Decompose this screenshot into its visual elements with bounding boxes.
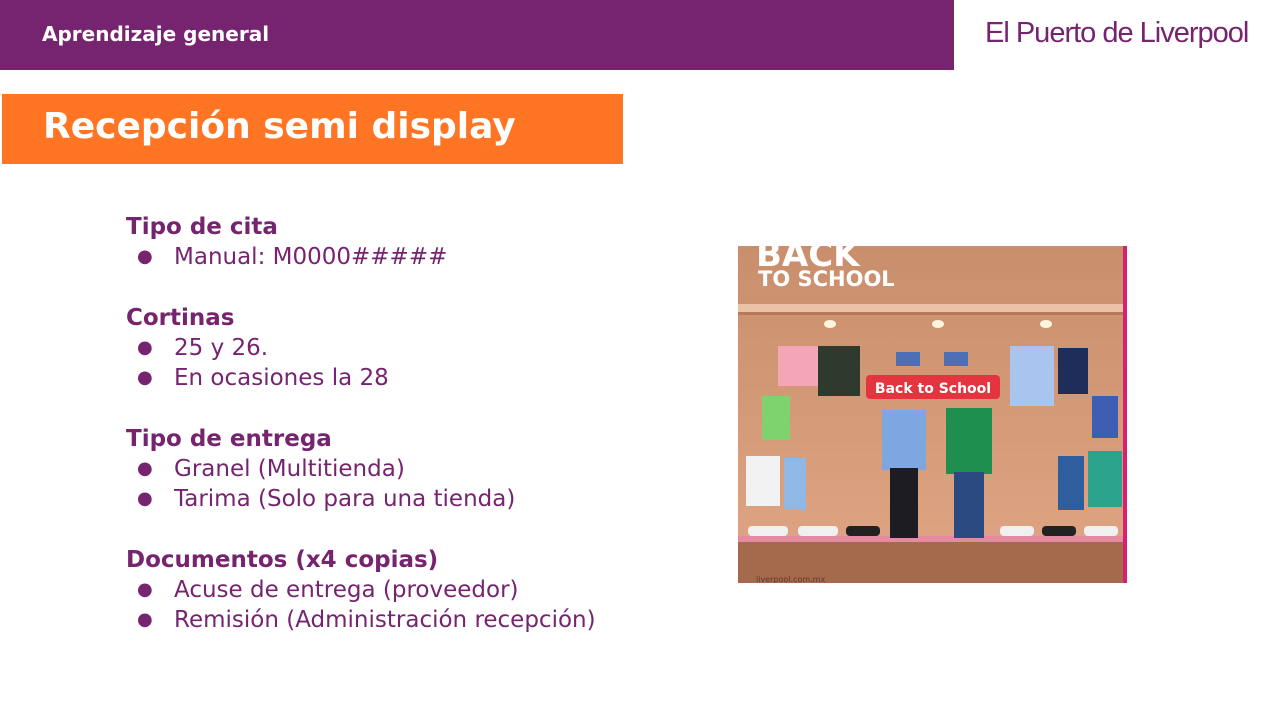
bullet-dot-icon: ● [137,488,153,509]
bullet-item: ● Remisión (Administración recepción) [126,605,596,636]
brand-logo: El Puerto de Liverpool [985,17,1249,49]
bullet-dot-icon: ● [137,457,153,479]
photo-floor-trim [738,536,1127,542]
bullet-dot-icon: ● [137,578,153,600]
photo-shelf-top [738,304,1127,312]
bullet-item: ● Acuse de entrega (proveedor) [126,575,596,606]
photo-headline-2: TO SCHOOL [758,267,895,291]
bullet-list: ● Granel (Multitienda) ● Tarima (Solo para… [126,454,596,515]
photo-edge [1123,246,1127,583]
bullet-item: ● Manual: M0000##### [126,242,596,273]
section-title: Documentos (x4 copias) [126,546,439,573]
bullet-list: ● Manual: M0000##### [126,242,596,273]
section-tipo-entrega: Tipo de entrega ● Granel (Multitienda) ● T… [126,424,596,515]
bullet-dot-icon: ● [137,609,153,630]
bullet-item: ● 25 y 26. [126,333,596,364]
back-to-school-photo: BACK TO SCHOOL Back to School liverpool.… [738,246,1127,583]
section-title: Tipo de entrega [126,425,332,452]
header-title: Aprendizaje general [42,22,270,46]
photo-sign-text: Back to School [875,381,991,397]
bullet-list: ● 25 y 26. ● En ocasiones la 28 [126,333,596,394]
bullet-dot-icon: ● [137,246,153,267]
bullet-dot-icon: ● [137,367,153,388]
content-list: Tipo de cita ● Manual: M0000##### Cortina… [126,212,596,666]
section-title: Cortinas [126,304,235,331]
bullet-list: ● Acuse de entrega (proveedor) ● Remisión … [126,575,596,636]
section-title: Tipo de cita [126,214,278,240]
bullet-item: ● En ocasiones la 28 [126,363,596,394]
section-documentos: Documentos (x4 copias) ● Acuse de entrega… [126,545,596,636]
section-cortinas: Cortinas ● 25 y 26. ● En ocasiones la 28 [126,303,596,394]
bullet-item: ● Tarima (Solo para una tienda) [126,484,596,515]
section-tipo-cita: Tipo de cita ● Manual: M0000##### [126,212,596,273]
photo-shelf-shadow [738,312,1127,315]
bullet-item: ● Granel (Multitienda) [126,454,596,485]
slide-title: Recepción semi display [43,106,516,147]
photo-footer-text: liverpool.com.mx [756,575,825,583]
header-bar: Aprendizaje general [0,0,954,70]
bullet-dot-icon: ● [137,336,153,358]
slide-title-bar: Recepción semi display [2,94,623,164]
